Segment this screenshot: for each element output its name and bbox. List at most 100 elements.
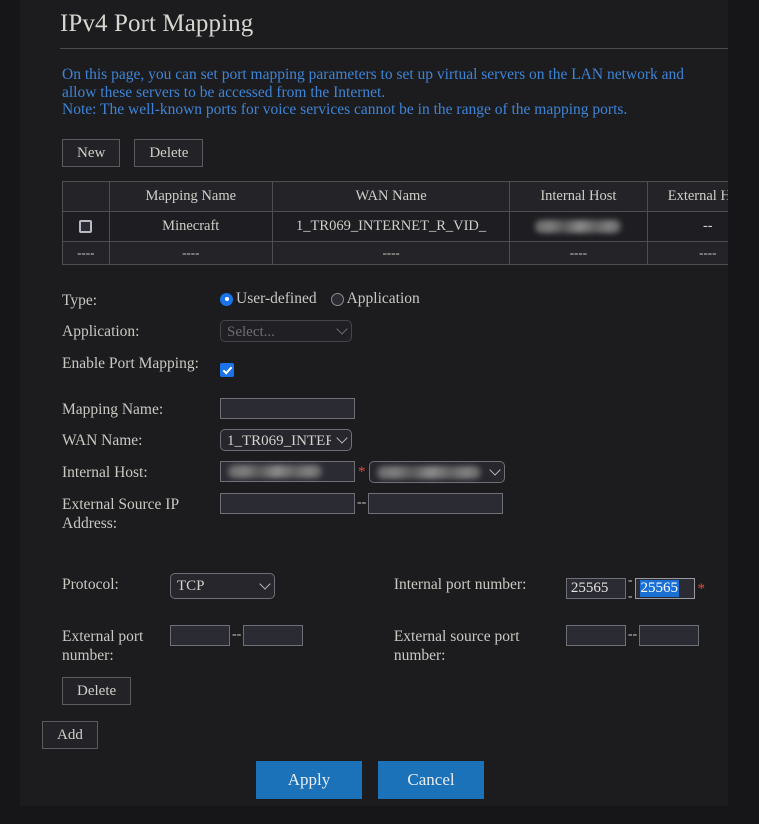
placeholder-cell-select: ---- xyxy=(62,240,110,265)
placeholder-cell-wan-name: ---- xyxy=(271,240,511,265)
application-select-wrap: Select... xyxy=(220,319,352,342)
table-toolbar: New Delete xyxy=(40,119,708,167)
cell-mapping-name: Minecraft xyxy=(108,210,273,242)
type-radio-group: User-defined Application xyxy=(220,289,434,310)
internal-port-required-mark: * xyxy=(697,580,706,597)
row-select-cell[interactable] xyxy=(62,210,110,242)
add-entry-row: Add xyxy=(40,705,708,749)
internal-host-control: * xyxy=(220,460,505,483)
radio-user-defined[interactable] xyxy=(220,292,233,306)
port-settings-left-column: Protocol: TCP External port number: -- xyxy=(62,572,394,677)
mapping-name-control xyxy=(220,397,355,419)
port-mapping-table: Mapping Name WAN Name Internal Host Exte… xyxy=(62,180,728,265)
placeholder-cell-mapping-name: ---- xyxy=(108,240,273,265)
protocol-select[interactable]: TCP xyxy=(170,572,275,599)
external-source-port-start-input[interactable] xyxy=(565,624,626,646)
label-type: Type: xyxy=(62,291,98,309)
internal-port-control: -- 25565 * xyxy=(565,572,708,605)
label-mapping-name: Mapping Name: xyxy=(62,400,164,418)
label-wan-name: WAN Name: xyxy=(62,431,143,449)
field-protocol: Protocol: TCP xyxy=(62,572,394,613)
form-actions: Apply Cancel xyxy=(32,749,708,799)
protocol-select-wrap: TCP xyxy=(170,572,275,599)
column-header-select xyxy=(62,180,110,212)
enable-port-mapping-control xyxy=(220,352,234,388)
external-source-ip-end-input[interactable] xyxy=(368,492,504,514)
cell-internal-host xyxy=(509,210,648,242)
enable-port-mapping-checkbox[interactable] xyxy=(220,362,234,377)
label-external-source-ip: External Source IP Address: xyxy=(62,495,179,532)
external-source-ip-separator: -- xyxy=(357,495,367,511)
placeholder-cell-internal-host: ---- xyxy=(509,240,648,265)
page-description: On this page, you can set port mapping p… xyxy=(40,49,708,119)
external-source-port-separator: -- xyxy=(627,627,638,643)
delete-entry-row: Delete xyxy=(40,676,708,705)
radio-application-label[interactable]: Application xyxy=(347,290,420,308)
redacted-internal-host xyxy=(535,219,622,233)
label-external-port: External port number: xyxy=(62,627,144,664)
delete-entry-button[interactable]: Delete xyxy=(62,676,132,705)
external-port-end-input[interactable] xyxy=(243,624,304,646)
application-select[interactable]: Select... xyxy=(220,319,352,342)
external-source-port-control: -- xyxy=(565,624,700,646)
application-control: Select... xyxy=(220,319,352,342)
table-row[interactable]: Minecraft 1_TR069_INTERNET_R_VID_ -- Ena… xyxy=(62,210,728,242)
field-wan-name: WAN Name: 1_TR069_INTER xyxy=(62,428,708,451)
apply-button[interactable]: Apply xyxy=(256,760,362,799)
internal-host-required-mark: * xyxy=(358,463,366,480)
label-protocol: Protocol: xyxy=(62,575,119,593)
column-header-mapping-name: Mapping Name xyxy=(108,180,273,212)
radio-user-defined-label[interactable]: User-defined xyxy=(236,290,317,308)
add-button[interactable]: Add xyxy=(42,720,98,749)
port-mapping-table-wrapper: Mapping Name WAN Name Internal Host Exte… xyxy=(40,167,728,265)
internal-host-input-wrap xyxy=(220,461,355,483)
port-settings-grid: Protocol: TCP External port number: -- I… xyxy=(40,543,708,677)
field-external-port: External port number: -- xyxy=(62,624,394,665)
internal-port-separator: -- xyxy=(627,572,633,604)
cell-external-host: -- xyxy=(646,210,728,242)
field-external-source-ip: External Source IP Address: -- xyxy=(62,492,708,533)
protocol-control: TCP xyxy=(170,572,275,599)
redacted-internal-host-picker-value xyxy=(376,465,481,479)
radio-application[interactable] xyxy=(330,292,344,306)
external-port-separator: -- xyxy=(232,627,242,643)
new-button[interactable]: New xyxy=(62,138,121,167)
external-source-ip-start-input[interactable] xyxy=(220,492,355,514)
external-source-port-end-input[interactable] xyxy=(639,624,700,646)
field-type: Type: User-defined Application xyxy=(62,289,708,310)
wan-name-select-wrap: 1_TR069_INTER xyxy=(220,428,352,451)
field-internal-host: Internal Host: * xyxy=(62,460,708,483)
external-port-start-input[interactable] xyxy=(170,624,230,646)
label-internal-host: Internal Host: xyxy=(62,463,148,481)
field-external-source-port: External source port number: -- xyxy=(393,624,708,665)
column-header-internal-host: Internal Host xyxy=(509,180,648,212)
field-internal-port: Internal port number: -- 25565 * xyxy=(394,573,708,613)
cancel-button[interactable]: Cancel xyxy=(378,760,484,799)
field-enable-port-mapping: Enable Port Mapping: xyxy=(62,352,708,388)
content-panel: IPv4 Port Mapping On this page, you can … xyxy=(20,0,728,806)
page-title: IPv4 Port Mapping xyxy=(60,10,254,37)
wan-name-control: 1_TR069_INTER xyxy=(220,428,352,451)
table-header-row: Mapping Name WAN Name Internal Host Exte… xyxy=(62,180,728,212)
row-checkbox[interactable] xyxy=(79,219,93,233)
description-line-1: On this page, you can set port mapping p… xyxy=(62,66,684,101)
redacted-internal-host-value xyxy=(228,465,322,479)
column-header-external-host: External Host xyxy=(646,180,728,212)
wan-name-select[interactable]: 1_TR069_INTER xyxy=(220,428,352,451)
cell-wan-name: 1_TR069_INTERNET_R_VID_ xyxy=(271,210,511,242)
internal-port-end-wrap: 25565 xyxy=(634,578,695,600)
table-placeholder-row: ---- ---- ---- ---- ---- ---- xyxy=(62,240,728,265)
delete-button[interactable]: Delete xyxy=(134,138,204,167)
port-mapping-form: Type: User-defined Application Applicati… xyxy=(40,265,708,533)
placeholder-cell-external-host: ---- xyxy=(646,240,728,265)
internal-host-picker-wrap xyxy=(368,460,505,483)
field-application: Application: Select... xyxy=(62,319,708,342)
label-enable-port-mapping: Enable Port Mapping: xyxy=(62,354,199,372)
label-external-source-port: External source port number: xyxy=(393,627,520,664)
external-source-ip-control: -- xyxy=(220,492,504,514)
internal-port-start-input[interactable] xyxy=(565,578,626,600)
port-settings-right-column: Internal port number: -- 25565 * Externa… xyxy=(394,573,708,677)
label-application: Application: xyxy=(62,322,140,340)
field-mapping-name: Mapping Name: xyxy=(62,397,708,419)
mapping-name-input[interactable] xyxy=(220,397,355,419)
